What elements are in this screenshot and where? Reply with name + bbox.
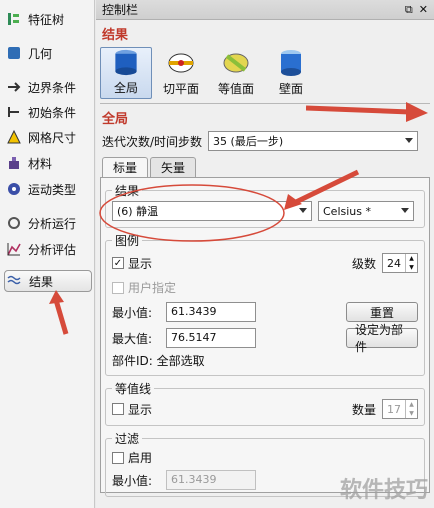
filter-enable-label: 启用 [128,451,153,465]
evaluate-icon [4,240,24,258]
mesh-icon [4,128,24,146]
nav-item-mesh[interactable]: 网格尺寸 [4,126,92,148]
count-value: 17 [387,402,401,416]
show-label: 显示 [128,256,153,271]
tool-label: 壁面 [278,82,303,96]
nav-label: 特征树 [28,12,65,27]
iteration-value: 35 (最后一步) [213,135,284,148]
filter-enable-checkbox[interactable]: 启用 [112,449,418,466]
nav-item-feature-tree[interactable]: 特征树 [4,8,92,30]
tool-label: 全局 [113,81,138,95]
nav-item-geometry[interactable]: 几何 [4,42,92,64]
spin-down-icon[interactable]: ▼ [406,263,417,272]
nav-item-material[interactable]: 材料 [4,152,92,174]
watermark-text: 软件技巧 [339,478,428,503]
cut-plane-icon [168,53,194,73]
panel-title: 控制栏 [102,3,139,17]
boundary-icon [4,78,24,96]
wall-icon [281,50,301,76]
tool-label: 切平面 [162,82,199,96]
contour-show-label: 显示 [128,402,153,417]
tool-label: 等值面 [217,82,254,96]
material-icon [4,154,24,172]
iteration-select[interactable]: 35 (最后一步) [208,131,419,151]
isosurface-icon [223,53,249,73]
undock-icon[interactable]: ⧉ [405,3,413,17]
tool-cut-plane[interactable]: 切平面 [155,47,207,99]
filter-min-label: 最小值: [112,473,153,488]
nav-item-initial[interactable]: 初始条件 [4,101,92,123]
checkbox-icon [112,403,124,415]
pointer-arrow-icon [306,102,428,122]
max-label: 最大值: [112,331,153,346]
results-toolbar: 全局 切平面 等值面 壁面 [96,47,434,99]
show-legend-checkbox[interactable]: ✓ 显示 [112,255,152,272]
section-title: 结果 [102,28,129,43]
reset-button[interactable]: 重置 [346,302,418,322]
panel-titlebar: 控制栏 ⧉ ✕ [96,0,434,20]
nav-label: 初始条件 [28,105,77,120]
max-field[interactable]: 76.5147 [166,328,256,348]
nav-item-results[interactable]: 结果 [4,270,92,292]
highlight-ellipse-icon [99,169,360,242]
user-specified-checkbox[interactable]: 用户指定 [112,279,418,296]
min-field[interactable]: 61.3439 [166,302,256,322]
levels-label: 级数 [351,256,376,271]
legend-group: 图例 ✓ 显示 级数 24 ▲ ▼ 用户指定 最小值: 61.3439 重置 最… [105,232,425,376]
set-as-part-button[interactable]: 设定为部件 [346,323,418,354]
motion-icon [4,180,24,198]
cylinder-icon [115,49,137,76]
feature-tree-icon [4,10,24,28]
nav-label: 分析运行 [28,216,77,231]
nav-item-run[interactable]: 分析运行 [4,212,92,234]
results-icon [5,272,25,290]
nav-item-motion[interactable]: 运动类型 [4,178,92,200]
geometry-icon [4,44,24,62]
run-icon [4,214,24,232]
nav-item-evaluate[interactable]: 分析评估 [4,238,92,260]
chevron-down-icon [405,138,414,143]
nav-label: 边界条件 [28,80,77,95]
nav-label: 网格尺寸 [28,130,77,145]
close-icon[interactable]: ✕ [419,3,428,17]
filter-min-field[interactable]: 61.3439 [166,470,256,490]
nav-label: 运动类型 [28,182,77,197]
contour-group: 等值线 显示 数量 17 ▲ ▼ [105,380,425,426]
contour-show-checkbox[interactable]: 显示 [112,401,152,418]
control-panel: 控制栏 ⧉ ✕ 结果 全局 切平面 等值面 壁面 全局 迭代次数/时间步数 35 [96,0,434,508]
nav-label: 结果 [29,274,54,289]
left-nav: 特征树 几何 边界条件 初始条件 网格尺寸 材料 运动类型 分析运行 分析评估 … [0,0,95,508]
spin-up-icon[interactable]: ▲ [406,254,417,263]
initial-icon [4,103,24,121]
nav-label: 分析评估 [28,242,77,257]
nav-label: 材料 [28,156,53,171]
count-label: 数量 [351,402,376,417]
spin-up-icon[interactable]: ▲ [406,400,417,409]
spin-down-icon[interactable]: ▼ [406,409,417,418]
nav-label: 几何 [28,46,53,61]
contour-group-title: 等值线 [115,382,152,396]
tool-isosurface[interactable]: 等值面 [210,47,262,99]
pointer-arrow-icon [49,290,69,335]
levels-spinner[interactable]: 24 ▲ ▼ [382,253,418,273]
filter-group-title: 过滤 [115,432,140,446]
tool-global[interactable]: 全局 [100,47,152,99]
nav-item-boundary[interactable]: 边界条件 [4,76,92,98]
min-label: 最小值: [112,305,153,320]
checkbox-icon [112,281,124,294]
iteration-label: 迭代次数/时间步数 [102,134,203,149]
user-specified-label: 用户指定 [128,281,177,295]
checkbox-icon [112,451,124,464]
levels-value: 24 [387,256,401,270]
count-spinner[interactable]: 17 ▲ ▼ [382,399,418,419]
check-icon: ✓ [112,257,124,269]
tool-wall[interactable]: 壁面 [265,47,317,99]
